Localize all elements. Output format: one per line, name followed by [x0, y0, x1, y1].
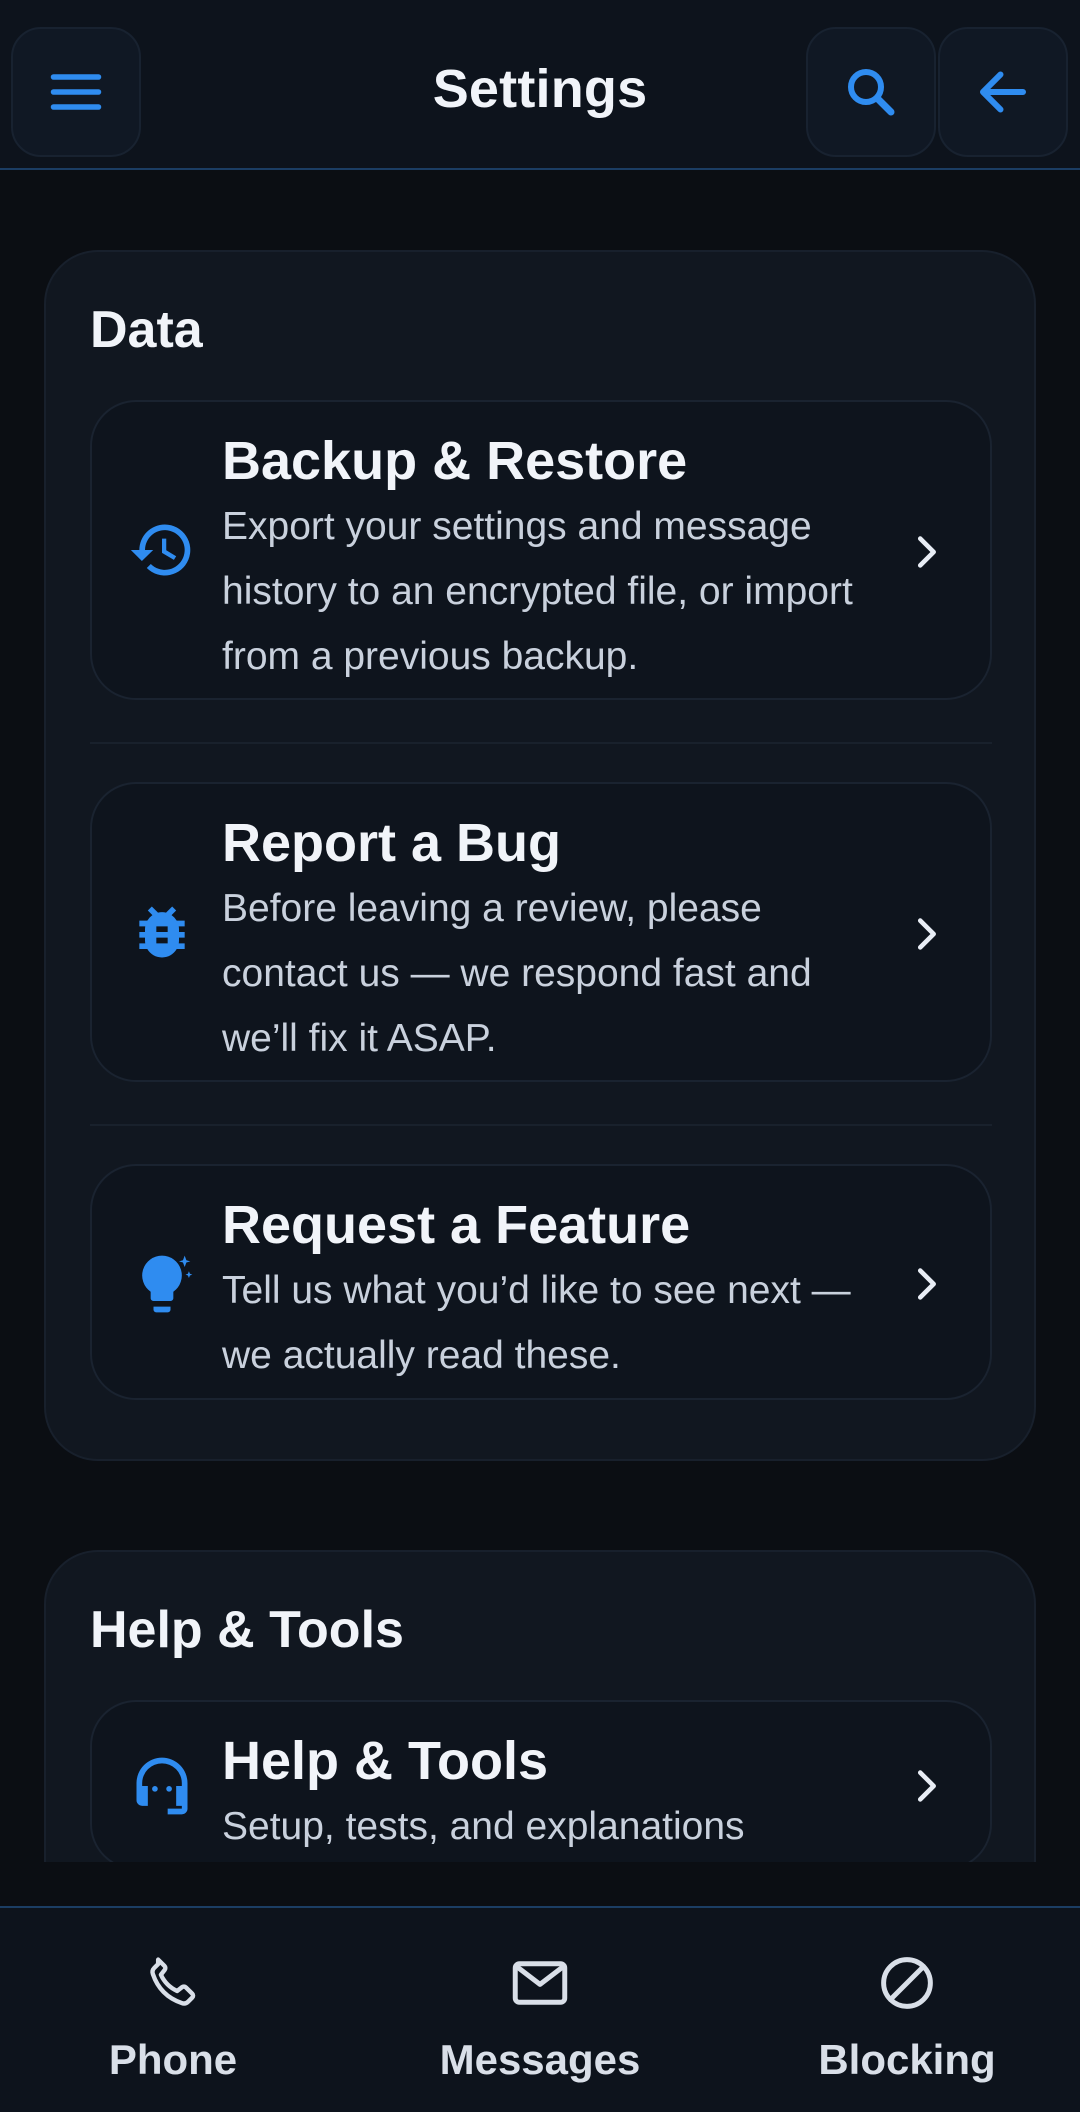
settings-item-help-tools[interactable]: Help & Tools Setup, tests, and explanati… [90, 1700, 992, 1862]
section-title: Data [90, 301, 203, 359]
item-title: Help & Tools [222, 1731, 549, 1791]
item-description: Export your settings and message history… [222, 505, 853, 678]
settings-content[interactable]: Data Backup & Restore Export your settin… [0, 172, 1080, 1862]
section-help-tools: Help & Tools Help & Tools Setup, tests, … [44, 1550, 1036, 1862]
headset-icon [126, 1750, 198, 1822]
search-button[interactable] [806, 27, 936, 157]
bug-icon [126, 896, 198, 968]
nav-item-phone[interactable]: Phone [23, 1908, 323, 2112]
section-title: Help & Tools [90, 1601, 404, 1659]
item-description: Before leaving a review, please contact … [222, 887, 812, 1060]
item-title: Request a Feature [222, 1195, 691, 1255]
item-title: Report a Bug [222, 813, 562, 873]
back-button[interactable] [938, 27, 1068, 157]
item-title: Backup & Restore [222, 431, 688, 491]
history-icon [126, 514, 198, 586]
settings-item-backup-restore[interactable]: Backup & Restore Export your settings an… [90, 400, 992, 700]
block-icon [881, 1957, 933, 2009]
chevron-right-icon [902, 1762, 950, 1810]
phone-icon [150, 1957, 196, 2006]
nav-label: Messages [439, 2036, 641, 2083]
arrow-back-icon [980, 71, 1026, 113]
divider [90, 742, 992, 744]
section-data: Data Backup & Restore Export your settin… [44, 250, 1036, 1461]
item-description: Setup, tests, and explanations [222, 1805, 745, 1848]
top-app-bar: Settings [0, 0, 1080, 170]
settings-item-request-feature[interactable]: Request a Feature Tell us what you’d lik… [90, 1164, 992, 1400]
mail-icon [512, 1961, 568, 2005]
chevron-right-icon [902, 910, 950, 958]
search-icon [848, 69, 895, 116]
chevron-right-icon [902, 1260, 950, 1308]
nav-label: Phone [108, 2036, 238, 2083]
nav-item-blocking[interactable]: Blocking [757, 1908, 1057, 2112]
divider [90, 1124, 992, 1126]
item-description: Tell us what you’d like to see next — we… [222, 1269, 851, 1377]
settings-screen: Settings Data Backup & Restore Export yo… [0, 0, 1080, 2112]
chevron-right-icon [902, 528, 950, 576]
settings-item-report-bug[interactable]: Report a Bug Before leaving a review, pl… [90, 782, 992, 1082]
bottom-navigation: Phone Messages Blocking [0, 1906, 1080, 2112]
nav-label: Blocking [818, 2036, 996, 2083]
lightbulb-icon [126, 1248, 198, 1320]
nav-item-messages[interactable]: Messages [390, 1908, 690, 2112]
